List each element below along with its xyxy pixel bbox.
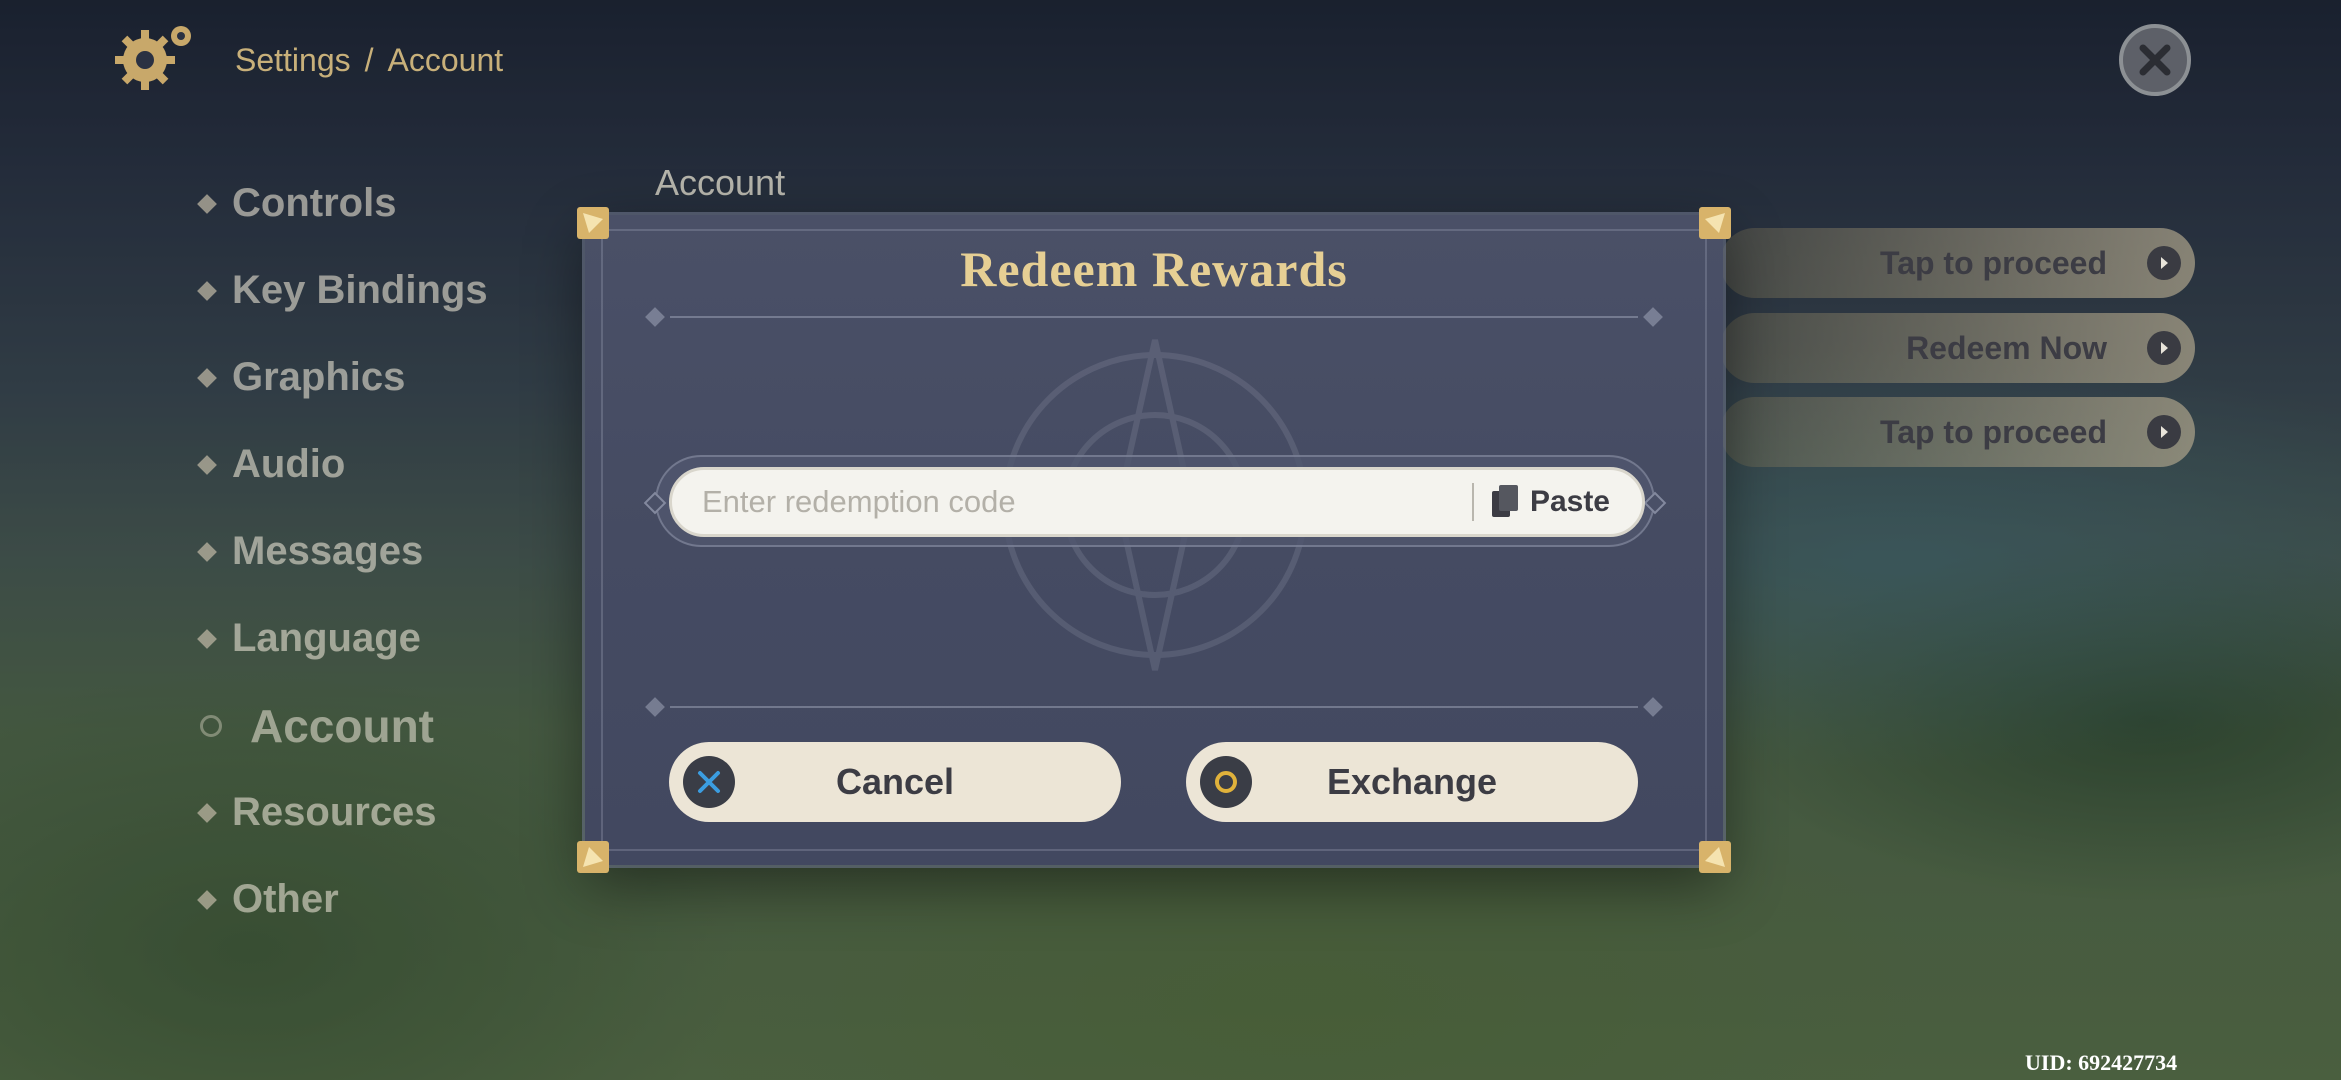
nav-item-label: Other bbox=[232, 877, 339, 921]
section-title: Account bbox=[655, 162, 786, 203]
breadcrumb: Settings / Account bbox=[235, 42, 503, 79]
divider-bottom bbox=[640, 697, 1668, 717]
diamond-icon bbox=[197, 802, 217, 823]
action-label: Redeem Now bbox=[1906, 329, 2107, 366]
divider-top bbox=[640, 307, 1668, 327]
redemption-code-field: Paste bbox=[669, 467, 1645, 537]
nav-item-other[interactable]: Other bbox=[197, 856, 488, 943]
diamond-icon bbox=[197, 541, 217, 562]
diamond-icon bbox=[197, 280, 217, 301]
nav-item-label: Messages bbox=[232, 529, 424, 573]
settings-nav: Controls Key Bindings Graphics Audio Mes… bbox=[197, 160, 488, 943]
nav-item-account[interactable]: Account bbox=[200, 682, 488, 769]
nav-item-graphics[interactable]: Graphics bbox=[197, 334, 488, 421]
breadcrumb-current: Account bbox=[387, 41, 504, 78]
nav-item-resources[interactable]: Resources bbox=[197, 769, 488, 856]
x-icon bbox=[683, 756, 735, 808]
nav-item-label: Key Bindings bbox=[232, 268, 488, 312]
redemption-code-field-frame: Paste bbox=[643, 455, 1667, 547]
paste-button[interactable]: Paste bbox=[1491, 485, 1610, 519]
dialog-title: Redeem Rewards bbox=[960, 241, 1348, 297]
nav-item-audio[interactable]: Audio bbox=[197, 421, 488, 508]
arrow-right-icon bbox=[2147, 415, 2181, 449]
nav-item-label: Account bbox=[250, 699, 434, 752]
nav-item-messages[interactable]: Messages bbox=[197, 508, 488, 595]
nav-item-key-bindings[interactable]: Key Bindings bbox=[197, 247, 488, 334]
gear-icon bbox=[105, 20, 197, 100]
exchange-label: Exchange bbox=[1326, 761, 1498, 802]
close-icon bbox=[2139, 44, 2171, 76]
nav-item-language[interactable]: Language bbox=[197, 595, 488, 682]
nav-item-label: Audio bbox=[232, 442, 346, 486]
nav-item-label: Controls bbox=[232, 181, 397, 225]
corner-ornament-icon bbox=[1697, 839, 1733, 875]
breadcrumb-separator: / bbox=[364, 41, 374, 78]
corner-ornament-icon bbox=[575, 205, 611, 241]
nav-item-label: Resources bbox=[232, 790, 437, 834]
redeem-dialog: Redeem Rewards Paste Cancel bbox=[577, 207, 1731, 873]
circle-icon bbox=[1200, 756, 1252, 808]
redeem-now-button[interactable]: Redeem Now bbox=[1720, 313, 2195, 383]
uid-label: UID: 692427734 bbox=[2025, 1050, 2178, 1075]
cancel-label: Cancel bbox=[835, 761, 955, 802]
diamond-icon bbox=[197, 367, 217, 388]
selected-circle-icon bbox=[200, 714, 222, 737]
clipboard-icon bbox=[1491, 485, 1518, 517]
corner-ornament-icon bbox=[1697, 205, 1733, 241]
diamond-icon bbox=[197, 193, 217, 214]
nav-item-label: Language bbox=[232, 616, 421, 660]
arrow-right-icon bbox=[2147, 331, 2181, 365]
diamond-icon bbox=[197, 628, 217, 649]
arrow-right-icon bbox=[2147, 246, 2181, 280]
diamond-icon bbox=[197, 454, 217, 475]
breadcrumb-root: Settings bbox=[235, 41, 351, 78]
tap-to-proceed-button[interactable]: Tap to proceed bbox=[1720, 228, 2195, 298]
nav-item-label: Graphics bbox=[232, 355, 406, 399]
tap-to-proceed-button[interactable]: Tap to proceed bbox=[1720, 397, 2195, 467]
corner-ornament-icon bbox=[575, 839, 611, 875]
action-label: Tap to proceed bbox=[1880, 244, 2107, 281]
redemption-code-input[interactable] bbox=[702, 484, 1472, 520]
header: Settings / Account bbox=[105, 20, 503, 100]
exchange-button[interactable]: Exchange bbox=[1186, 742, 1638, 822]
nav-item-controls[interactable]: Controls bbox=[197, 160, 488, 247]
diamond-icon bbox=[197, 889, 217, 910]
cancel-button[interactable]: Cancel bbox=[669, 742, 1121, 822]
field-separator bbox=[1471, 483, 1474, 521]
paste-label: Paste bbox=[1529, 485, 1610, 518]
close-button[interactable] bbox=[2119, 24, 2191, 96]
action-label: Tap to proceed bbox=[1880, 413, 2107, 450]
